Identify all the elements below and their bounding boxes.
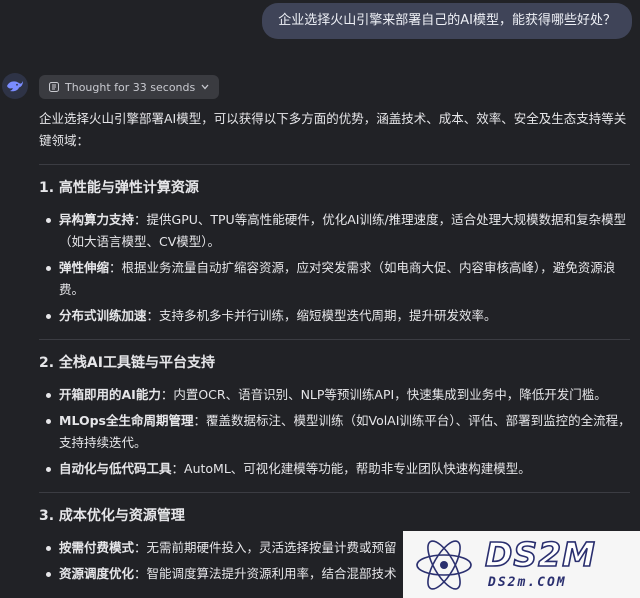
list-item: MLOps全生命周期管理：覆盖数据标注、模型训练（如VolAI训练平台）、评估、… xyxy=(39,410,633,454)
item-text: ：智能调度算法提升资源利用率，结合混部技术 xyxy=(134,566,397,581)
list-item: 弹性伸缩：根据业务流量自动扩缩容资源，应对突发需求（如电商大促、内容审核高峰），… xyxy=(39,257,633,301)
whale-logo-icon xyxy=(7,81,23,92)
answer-intro: 企业选择火山引擎部署AI模型，可以获得以下多方面的优势，涵盖技术、成本、效率、安… xyxy=(39,111,627,148)
list-item: 自动化与低代码工具：AutoML、可视化建模等功能，帮助非专业团队快速构建模型。 xyxy=(39,458,633,480)
section-list: 异构算力支持：提供GPU、TPU等高性能硬件，优化AI训练/推理速度，适合处理大… xyxy=(39,209,633,327)
user-message-bubble: 企业选择火山引擎来部署自己的AI模型，能获得哪些好处？ xyxy=(262,3,632,39)
thought-toggle-button[interactable]: Thought for 33 seconds xyxy=(39,75,220,99)
item-text: ：支持多机多卡并行训练，缩短模型迭代周期，提升研发效率。 xyxy=(146,308,497,323)
chevron-down-icon xyxy=(201,84,209,90)
item-term: 弹性伸缩 xyxy=(59,260,110,275)
list-item: 异构算力支持：提供GPU、TPU等高性能硬件，优化AI训练/推理速度，适合处理大… xyxy=(39,209,633,253)
item-term: 自动化与低代码工具 xyxy=(59,461,172,476)
item-term: 资源调度优化 xyxy=(59,566,135,581)
list-item: 开箱即用的AI能力：内置OCR、语音识别、NLP等预训练API，快速集成到业务中… xyxy=(39,384,633,406)
item-text: ：内置OCR、语音识别、NLP等预训练API，快速集成到业务中，降低开发门槛。 xyxy=(160,387,607,402)
watermark-main-text: DS2M xyxy=(484,534,596,575)
section-title: 2. 全栈AI工具链与平台支持 xyxy=(39,355,215,371)
user-message-text: 企业选择火山引擎来部署自己的AI模型，能获得哪些好处？ xyxy=(278,13,616,28)
item-text: ：无需前期硬件投入，灵活选择按量计费或预留 xyxy=(134,540,397,555)
assistant-avatar xyxy=(2,73,28,99)
item-term: 开箱即用的AI能力 xyxy=(59,387,161,402)
list-item: 分布式训练加速：支持多机多卡并行训练，缩短模型迭代周期，提升研发效率。 xyxy=(39,305,633,327)
watermark-sub-text: DS2m.COM xyxy=(488,575,567,590)
item-text: ：根据业务流量自动扩缩容资源，应对突发需求（如电商大促、内容审核高峰），避免资源… xyxy=(59,260,616,297)
item-text: ：AutoML、可视化建模等功能，帮助非专业团队快速构建模型。 xyxy=(171,461,531,476)
brain-icon xyxy=(49,82,59,92)
section-title: 1. 高性能与弹性计算资源 xyxy=(39,180,199,196)
item-term: 异构算力支持 xyxy=(59,212,135,227)
divider xyxy=(39,164,630,165)
section-list: 开箱即用的AI能力：内置OCR、语音识别、NLP等预训练API，快速集成到业务中… xyxy=(39,384,633,480)
item-term: MLOps全生命周期管理 xyxy=(59,413,194,428)
divider xyxy=(39,339,630,340)
item-text: ：提供GPU、TPU等高性能硬件，优化AI训练/推理速度，适合处理大规模数据和复… xyxy=(59,212,627,249)
thought-label: Thought for 33 seconds xyxy=(65,80,196,94)
divider xyxy=(39,492,630,493)
atom-icon xyxy=(416,540,472,590)
watermark: DS2M DS2m.COM xyxy=(403,531,640,598)
item-term: 分布式训练加速 xyxy=(59,308,147,323)
section-title: 3. 成本优化与资源管理 xyxy=(39,508,185,524)
assistant-answer: 企业选择火山引擎部署AI模型，可以获得以下多方面的优势，涵盖技术、成本、效率、安… xyxy=(39,108,633,597)
item-term: 按需付费模式 xyxy=(59,540,135,555)
